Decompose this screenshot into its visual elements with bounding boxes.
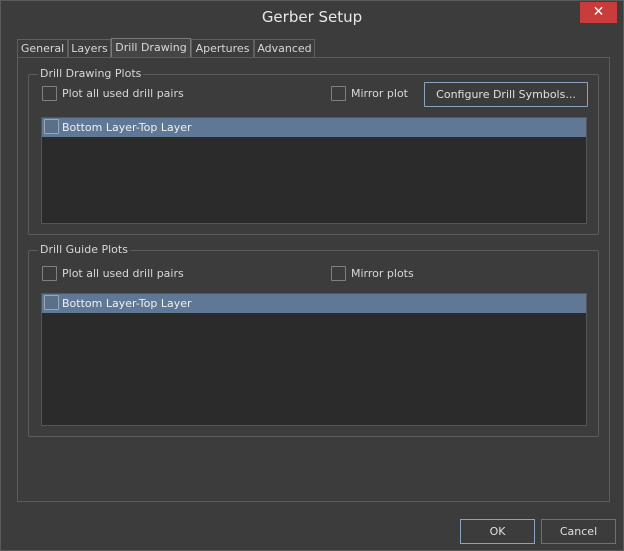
title-bar[interactable]: Gerber Setup ✕: [1, 1, 623, 33]
list-item-label: Bottom Layer-Top Layer: [62, 297, 192, 310]
checkbox-box[interactable]: [42, 86, 57, 101]
checkbox-label: Plot all used drill pairs: [62, 87, 184, 100]
plot-all-drill-pairs-checkbox[interactable]: Plot all used drill pairs: [42, 266, 222, 282]
drill-pairs-list[interactable]: Bottom Layer-Top Layer: [41, 117, 587, 224]
tab-advanced[interactable]: Advanced: [254, 39, 315, 58]
tab-apertures[interactable]: Apertures: [191, 39, 254, 58]
mirror-plots-checkbox[interactable]: Mirror plots: [331, 266, 431, 282]
plot-all-drill-pairs-checkbox[interactable]: Plot all used drill pairs: [42, 86, 222, 102]
drill-pairs-list[interactable]: Bottom Layer-Top Layer: [41, 293, 587, 426]
gerber-setup-dialog: Gerber Setup ✕ General Layers Drill Draw…: [0, 0, 624, 551]
configure-drill-symbols-button[interactable]: Configure Drill Symbols...: [424, 82, 588, 107]
checkbox-box[interactable]: [331, 86, 346, 101]
list-item[interactable]: Bottom Layer-Top Layer: [42, 118, 586, 137]
list-item-label: Bottom Layer-Top Layer: [62, 121, 192, 134]
mirror-plot-checkbox[interactable]: Mirror plot: [331, 86, 411, 102]
close-icon: ✕: [592, 4, 605, 20]
close-button[interactable]: ✕: [580, 2, 617, 23]
cancel-button[interactable]: Cancel: [541, 519, 616, 544]
tab-layers[interactable]: Layers: [68, 39, 111, 58]
drill-drawing-panel: Drill Drawing Plots Plot all used drill …: [17, 57, 610, 502]
checkbox-box[interactable]: [42, 266, 57, 281]
checkbox-label: Plot all used drill pairs: [62, 267, 184, 280]
checkbox-box[interactable]: [44, 295, 59, 310]
ok-button[interactable]: OK: [460, 519, 535, 544]
tab-general[interactable]: General: [17, 39, 68, 58]
list-item[interactable]: Bottom Layer-Top Layer: [42, 294, 586, 313]
checkbox-label: Mirror plots: [351, 267, 414, 280]
group-title: Drill Guide Plots: [38, 243, 130, 256]
checkbox-label: Mirror plot: [351, 87, 408, 100]
tab-drill-drawing[interactable]: Drill Drawing: [111, 38, 191, 59]
checkbox-box[interactable]: [331, 266, 346, 281]
drill-drawing-plots-group: Drill Drawing Plots Plot all used drill …: [28, 67, 599, 235]
drill-guide-plots-group: Drill Guide Plots Plot all used drill pa…: [28, 243, 599, 437]
window-title: Gerber Setup: [261, 8, 363, 26]
checkbox-box[interactable]: [44, 119, 59, 134]
group-title: Drill Drawing Plots: [38, 67, 144, 80]
